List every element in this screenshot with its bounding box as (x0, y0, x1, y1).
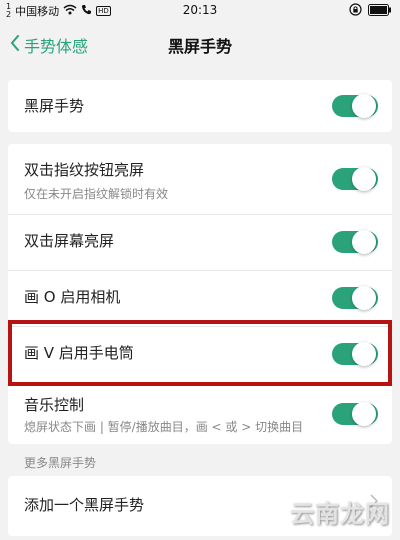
toggle-draw-v-flashlight[interactable] (332, 342, 378, 366)
rotation-lock-icon (349, 3, 362, 19)
row-title: 添加一个黑屏手势 (24, 496, 145, 514)
row-black-screen-gesture[interactable]: 黑屏手势 (8, 80, 392, 132)
toggle-knob (352, 230, 376, 254)
row-title: 黑屏手势 (24, 97, 85, 115)
toggle-knob (352, 286, 376, 310)
toggle-knob (352, 342, 376, 366)
row-title: 双击指纹按钮亮屏 (24, 161, 145, 179)
watermark: 云南龙网 (290, 500, 390, 528)
row-title: 音乐控制 (24, 396, 85, 414)
toggle-double-tap-screen[interactable] (332, 230, 378, 254)
row-music-control[interactable]: 音乐控制 熄屏状态下画 | 暂停/播放曲目，画 < 或 > 切换曲目 (8, 383, 392, 447)
nav-bar: 手势体感 黑屏手势 (0, 22, 400, 70)
status-time: 20:13 (182, 3, 218, 17)
toggle-draw-o-camera[interactable] (332, 286, 378, 310)
toggle-music-control[interactable] (332, 402, 378, 426)
gestures-card: 双击指纹按钮亮屏 仅在未开启指纹解锁时有效 双击屏幕亮屏 画 O 启用相机 画 … (8, 144, 392, 444)
row-title: 画 V 启用手电筒 (24, 344, 134, 362)
toggle-knob (352, 94, 376, 118)
toggle-knob (352, 167, 376, 191)
row-subtitle: 熄屏状态下画 | 暂停/播放曲目，画 < 或 > 切换曲目 (24, 420, 304, 434)
toggle-knob (352, 402, 376, 426)
row-title: 画 O 启用相机 (24, 288, 121, 306)
master-card: 黑屏手势 (8, 80, 392, 132)
battery-icon (368, 3, 392, 19)
row-double-tap-screen[interactable]: 双击屏幕亮屏 (8, 215, 392, 271)
row-title: 双击屏幕亮屏 (24, 232, 115, 250)
row-double-tap-fingerprint[interactable]: 双击指纹按钮亮屏 仅在未开启指纹解锁时有效 (8, 144, 392, 215)
toggle-double-tap-fingerprint[interactable] (332, 167, 378, 191)
status-bar: 1 2 中国移动 HD 20:13 (0, 0, 400, 22)
section-label: 更多黑屏手势 (24, 456, 97, 470)
row-subtitle: 仅在未开启指纹解锁时有效 (24, 187, 169, 201)
row-draw-o-camera[interactable]: 画 O 启用相机 (8, 271, 392, 327)
page-title: 黑屏手势 (167, 37, 232, 56)
toggle-black-screen-gesture[interactable] (332, 94, 378, 118)
status-right (349, 3, 392, 19)
row-draw-v-flashlight[interactable]: 画 V 启用手电筒 (8, 327, 392, 383)
